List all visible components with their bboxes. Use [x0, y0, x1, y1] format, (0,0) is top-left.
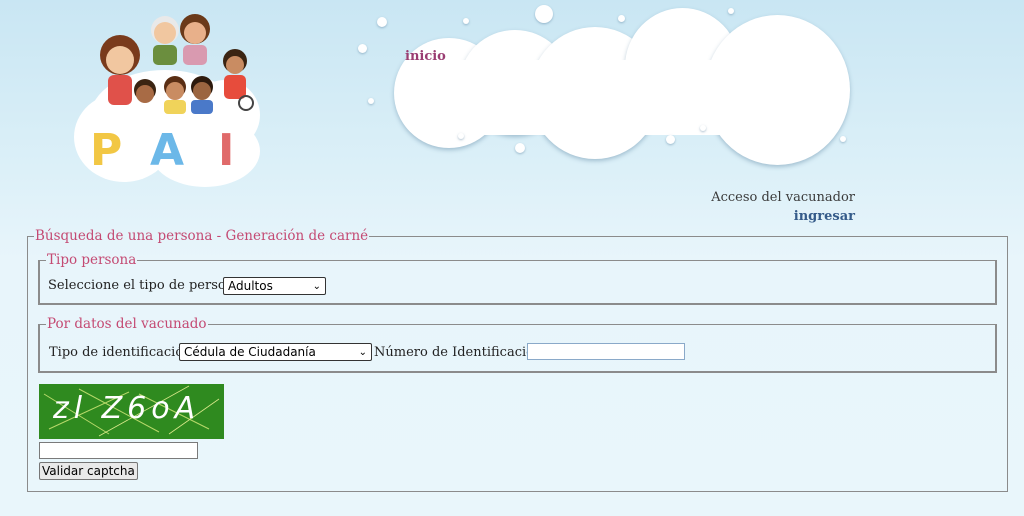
logo-letter-i: I — [218, 125, 235, 176]
cloud-menu — [350, 0, 860, 180]
numero-identificacion-label: Número de Identificación — [374, 345, 543, 360]
logo-letter-p: P — [90, 125, 123, 176]
ingresar-link[interactable]: ingresar — [794, 209, 855, 224]
captcha-text: zl Z6oA — [53, 391, 201, 426]
page-header: P A I inicio Acceso del vacunador ingres… — [0, 0, 1024, 230]
tipo-persona-selected: Adultos — [228, 279, 273, 293]
tipo-persona-legend: Tipo persona — [47, 252, 137, 268]
pai-logo[interactable]: P A I — [60, 0, 280, 195]
datos-vacunado-legend: Por datos del vacunado — [47, 316, 207, 332]
chevron-down-icon: ⌄ — [312, 280, 321, 292]
logo-letter-a: A — [150, 125, 185, 176]
tipo-identificacion-select[interactable]: Cédula de Ciudadanía ⌄ — [179, 343, 372, 361]
acceso-vacunador-label: Acceso del vacunador — [711, 190, 855, 205]
numero-identificacion-input[interactable] — [527, 343, 685, 360]
captcha-input[interactable] — [39, 442, 198, 459]
tipo-persona-label: Seleccione el tipo de persona: — [48, 278, 247, 293]
tipo-identificacion-selected: Cédula de Ciudadanía — [184, 345, 316, 359]
captcha-image: zl Z6oA — [39, 384, 224, 439]
validar-captcha-button[interactable]: Validar captcha — [39, 462, 138, 480]
chevron-down-icon: ⌄ — [358, 346, 367, 358]
children-illustration — [100, 14, 254, 114]
nav-inicio-link[interactable]: inicio — [405, 49, 446, 64]
tipo-persona-select[interactable]: Adultos ⌄ — [223, 277, 326, 295]
tipo-identificacion-label: Tipo de identificación — [49, 345, 192, 360]
search-person-legend: Búsqueda de una persona - Generación de … — [35, 228, 369, 244]
